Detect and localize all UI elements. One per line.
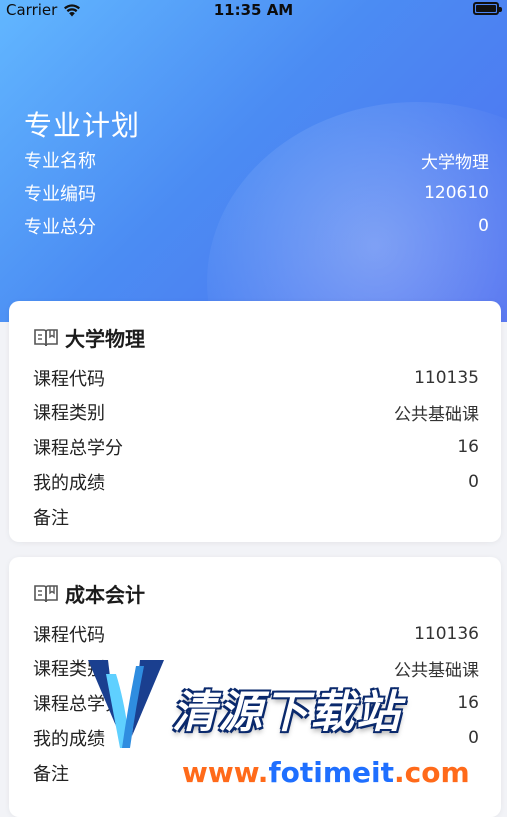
course-score-value: 0 — [468, 472, 479, 492]
course-category-row: 课程类别 公共基础课 — [33, 399, 479, 425]
course-title: 成本会计 — [33, 579, 145, 608]
course-credits-row: 课程总学分 16 — [33, 434, 479, 460]
course-credits-label: 课程总学分 — [33, 694, 123, 715]
course-card[interactable]: 成本会计 课程代码 110136 课程类别 公共基础课 课程总学分 16 我的成… — [9, 557, 501, 817]
major-code-label: 专业编码 — [24, 184, 96, 205]
course-credits-row: 课程总学分 16 — [33, 690, 479, 716]
course-code-label: 课程代码 — [33, 369, 105, 390]
course-remark-label: 备注 — [33, 764, 69, 785]
major-code-value: 120610 — [424, 183, 489, 203]
major-name-value: 大学物理 — [421, 152, 489, 173]
battery-icon — [473, 2, 502, 15]
course-score-row: 我的成绩 0 — [33, 725, 479, 751]
status-bar: Carrier 11:35 AM — [0, 0, 507, 22]
book-icon — [34, 584, 58, 602]
major-code-row: 专业编码 120610 — [24, 181, 489, 205]
course-score-value: 0 — [468, 728, 479, 748]
course-code-row: 课程代码 110135 — [33, 365, 479, 391]
major-name-label: 专业名称 — [24, 151, 96, 172]
course-category-value: 公共基础课 — [394, 404, 479, 425]
course-code-row: 课程代码 110136 — [33, 621, 479, 647]
course-remark-row: 备注 — [33, 504, 479, 530]
course-remark-label: 备注 — [33, 508, 69, 529]
course-code-value: 110135 — [414, 368, 479, 388]
course-credits-value: 16 — [457, 437, 479, 457]
course-remark-row: 备注 — [33, 760, 479, 786]
course-score-label: 我的成绩 — [33, 473, 105, 494]
course-title: 大学物理 — [33, 323, 145, 352]
course-code-label: 课程代码 — [33, 625, 105, 646]
course-score-label: 我的成绩 — [33, 729, 105, 750]
course-category-row: 课程类别 公共基础课 — [33, 655, 479, 681]
course-category-label: 课程类别 — [33, 659, 105, 680]
course-category-value: 公共基础课 — [394, 660, 479, 681]
course-name: 成本会计 — [65, 583, 145, 607]
course-code-value: 110136 — [414, 624, 479, 644]
battery-level — [476, 5, 496, 12]
course-card[interactable]: 大学物理 课程代码 110135 课程类别 公共基础课 课程总学分 16 我的成… — [9, 301, 501, 542]
course-credits-value: 16 — [457, 693, 479, 713]
course-score-row: 我的成绩 0 — [33, 469, 479, 495]
major-total-value: 0 — [478, 216, 489, 236]
major-total-row: 专业总分 0 — [24, 214, 489, 238]
major-total-label: 专业总分 — [24, 217, 96, 238]
course-credits-label: 课程总学分 — [33, 438, 123, 459]
course-category-label: 课程类别 — [33, 403, 105, 424]
clock: 11:35 AM — [213, 1, 294, 19]
course-name: 大学物理 — [65, 327, 145, 351]
page-title: 专业计划 — [24, 109, 141, 142]
major-name-row: 专业名称 大学物理 — [24, 148, 489, 173]
book-icon — [34, 328, 58, 346]
